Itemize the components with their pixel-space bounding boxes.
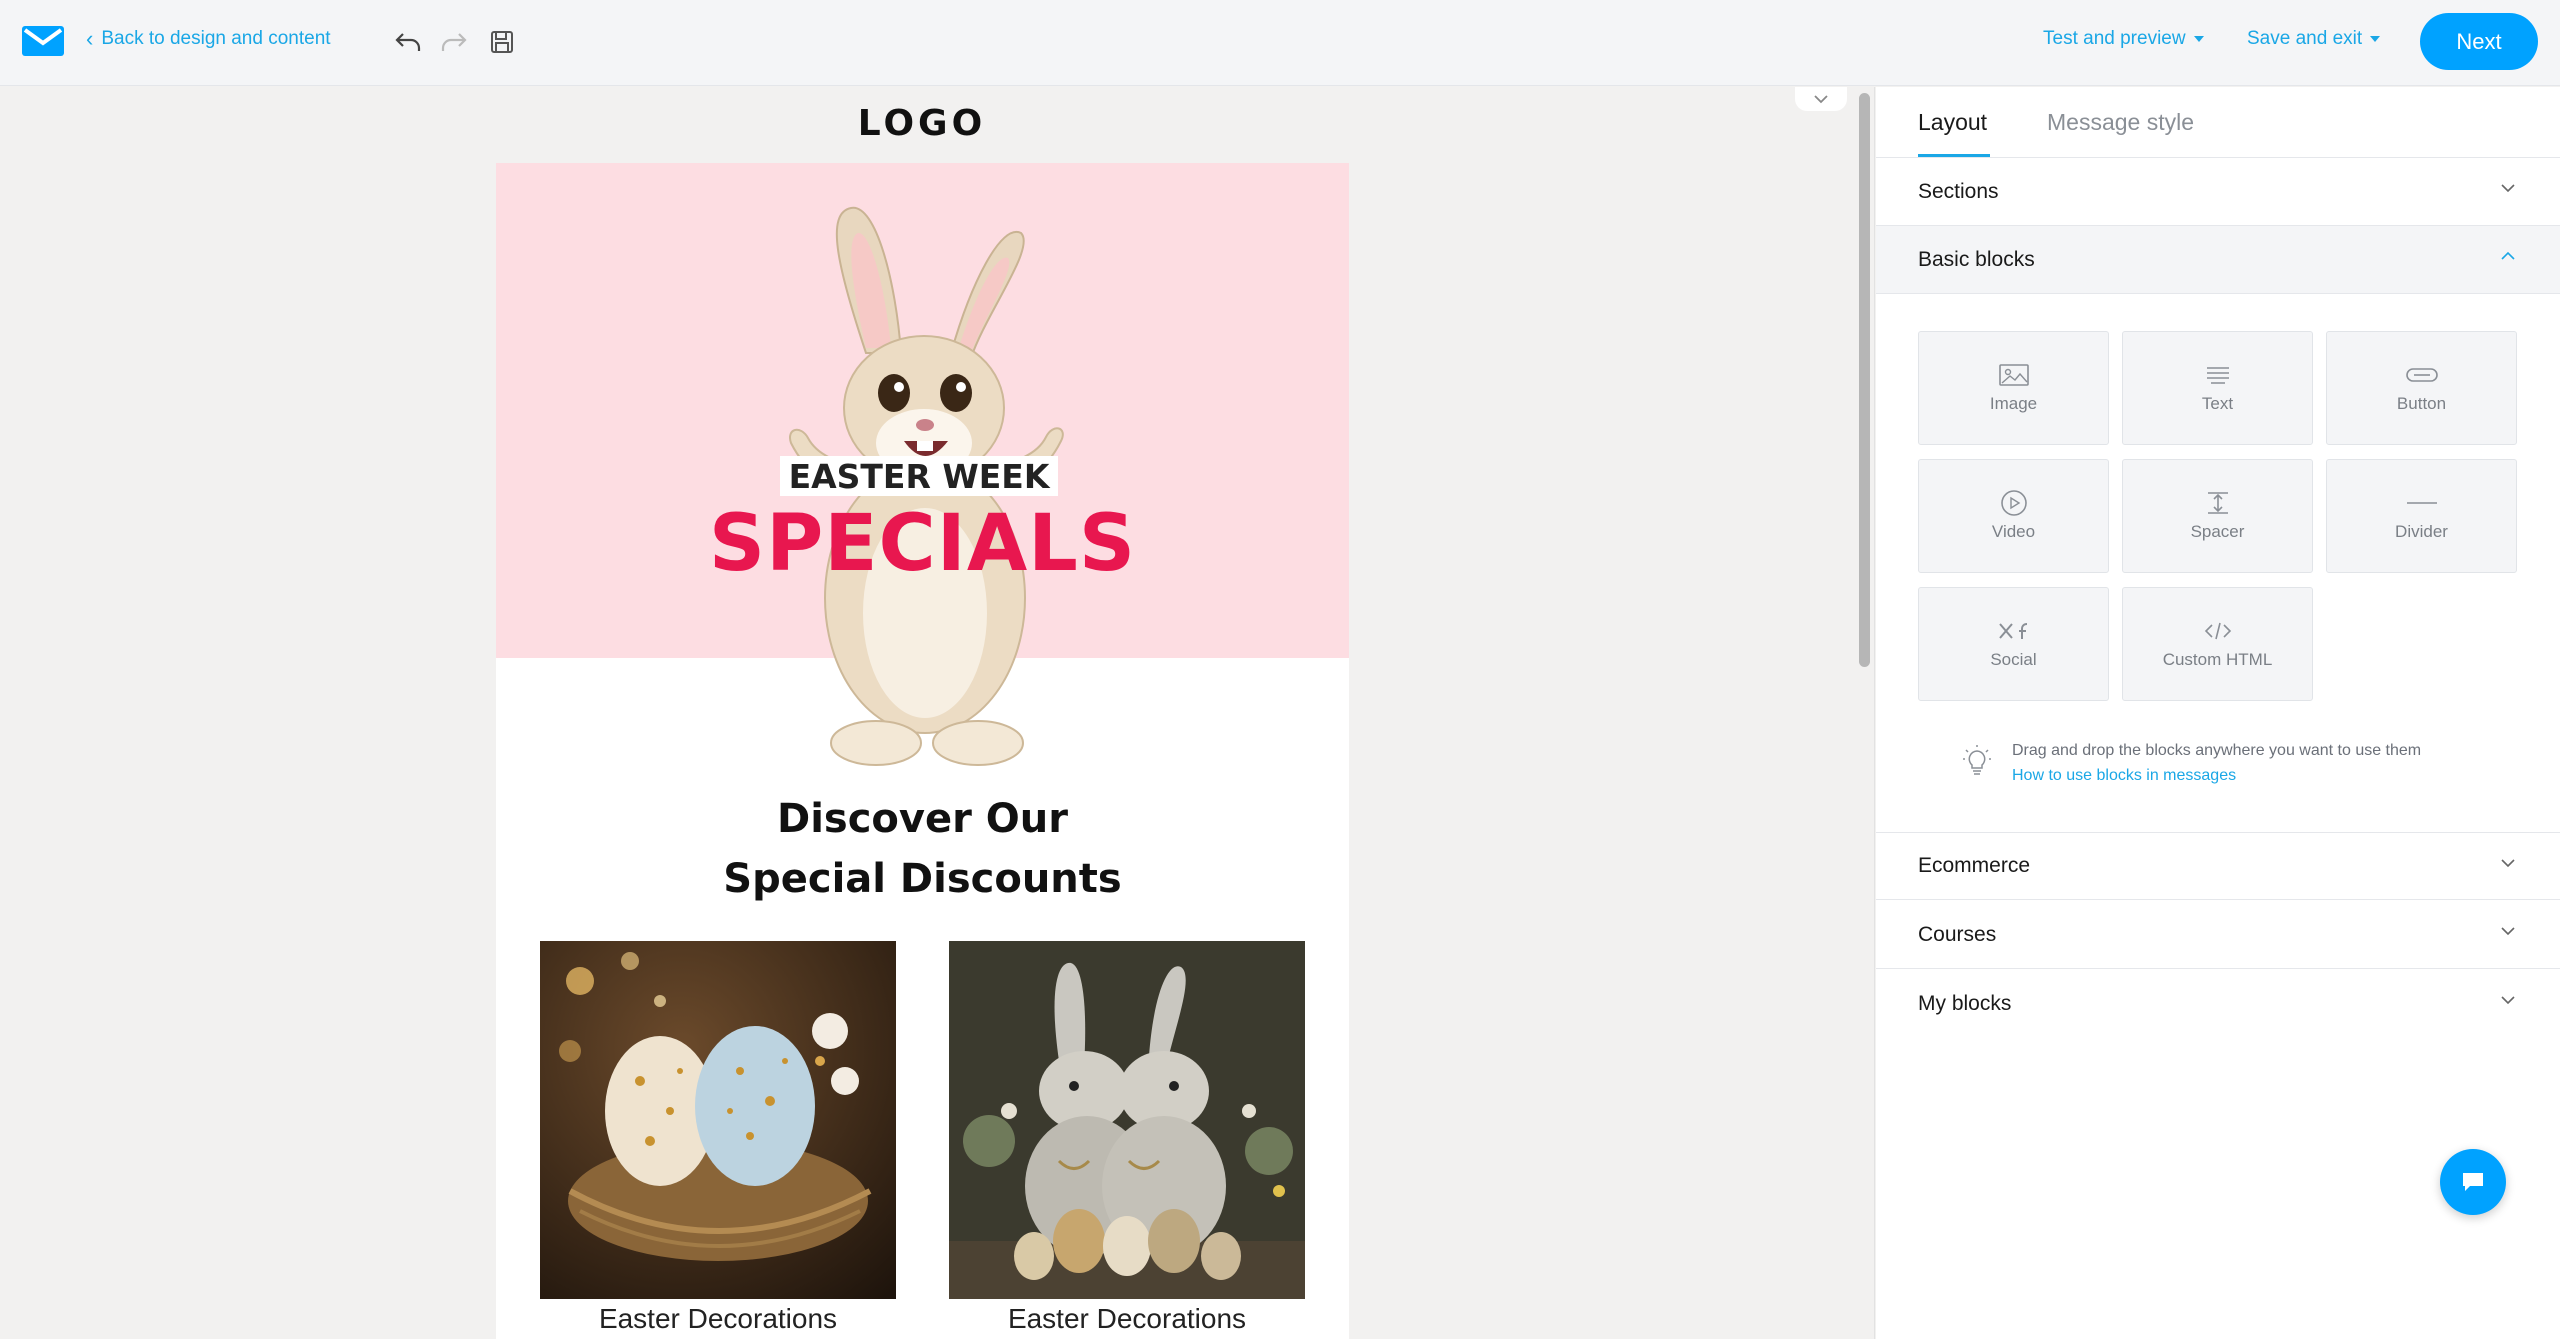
- chevron-down-icon: [2501, 927, 2515, 936]
- section-label: Courses: [1918, 922, 1997, 946]
- collapse-toggle[interactable]: [1795, 87, 1847, 111]
- save-and-exit-menu[interactable]: Save and exit: [2247, 28, 2381, 50]
- block-spacer[interactable]: Spacer: [2122, 459, 2313, 573]
- product-image-eggs[interactable]: [540, 941, 896, 1299]
- block-label: Spacer: [2190, 522, 2245, 541]
- section-label: Ecommerce: [1918, 854, 2031, 877]
- block-label: Button: [2396, 394, 2447, 413]
- save-icon[interactable]: [484, 24, 520, 60]
- section-label: Basic blocks: [1918, 247, 2035, 271]
- hint-text: Drag and drop the blocks anywhere you wa…: [2012, 742, 2422, 759]
- canvas-scrollbar[interactable]: [1855, 87, 1875, 1339]
- image-icon: [1998, 362, 2030, 388]
- discover-line-2: Special Discounts: [723, 856, 1122, 902]
- top-bar: ‹ Back to design and content Test and pr…: [0, 0, 2560, 86]
- chat-icon: [2463, 1173, 2483, 1191]
- undo-icon[interactable]: [390, 24, 426, 60]
- block-video[interactable]: Video: [1918, 459, 2109, 573]
- block-label: Text: [2201, 394, 2234, 413]
- chevron-left-icon: ‹: [86, 26, 94, 51]
- back-to-design-link[interactable]: ‹ Back to design and content: [86, 28, 331, 50]
- chevron-down-icon: [2501, 996, 2515, 1005]
- chevron-down-icon: [2501, 859, 2515, 868]
- block-label: Divider: [2395, 522, 2448, 541]
- section-sections[interactable]: Sections: [1876, 158, 2560, 226]
- block-divider[interactable]: Divider: [2326, 459, 2517, 573]
- section-ecommerce[interactable]: Ecommerce: [1876, 832, 2560, 900]
- section-label: My blocks: [1918, 992, 2012, 1015]
- editor-canvas: LOGO EASTER WEEK SPECIALS Discover Our S…: [0, 87, 1855, 1339]
- chevron-up-icon: [2501, 251, 2515, 260]
- block-custom-html[interactable]: Custom HTML: [2122, 587, 2313, 701]
- chevron-down-icon: [2501, 184, 2515, 193]
- email-body: EASTER WEEK SPECIALS Discover Our Specia…: [496, 163, 1349, 1339]
- block-label: Social: [1990, 650, 2037, 669]
- product-image-bunnies[interactable]: [949, 941, 1305, 1299]
- discover-line-1: Discover Our: [777, 796, 1068, 842]
- brand-logo-icon[interactable]: [22, 26, 64, 56]
- block-image[interactable]: Image: [1918, 331, 2109, 445]
- scrollbar-thumb[interactable]: [1859, 93, 1870, 667]
- test-and-preview-label: Test and preview: [2043, 28, 2186, 49]
- hero-title[interactable]: SPECIALS: [496, 499, 1349, 589]
- divider-icon: [2406, 490, 2438, 516]
- section-basic-blocks[interactable]: Basic blocks: [1876, 226, 2560, 294]
- tab-layout[interactable]: Layout: [1918, 109, 1987, 136]
- save-and-exit-label: Save and exit: [2247, 28, 2363, 49]
- chat-button[interactable]: [2440, 1149, 2506, 1215]
- product-caption[interactable]: Easter Decorations: [540, 1303, 896, 1335]
- section-my-blocks[interactable]: My blocks: [1876, 970, 2560, 1038]
- block-label: Custom HTML: [2162, 650, 2273, 669]
- next-button[interactable]: Next: [2420, 13, 2538, 70]
- active-tab-indicator: [1918, 154, 1990, 157]
- email-logo[interactable]: LOGO: [496, 103, 1348, 144]
- caret-down-icon: [2193, 36, 2204, 42]
- block-button[interactable]: Button: [2326, 331, 2517, 445]
- redo-icon[interactable]: [436, 24, 472, 60]
- product-caption[interactable]: Easter Decorations: [949, 1303, 1305, 1335]
- button-icon: [2405, 362, 2438, 388]
- panel-tabs: Layout Message style: [1876, 87, 2560, 158]
- spacer-icon: [2202, 490, 2234, 516]
- section-label: Sections: [1918, 179, 1999, 203]
- caret-down-icon: [2370, 36, 2381, 42]
- block-label: Image: [1989, 394, 2038, 413]
- back-link-label: Back to design and content: [101, 28, 331, 49]
- tab-message-style[interactable]: Message style: [2047, 109, 2194, 136]
- social-icon: [1998, 618, 2030, 644]
- block-text[interactable]: Text: [2122, 331, 2313, 445]
- block-social[interactable]: Social: [1918, 587, 2109, 701]
- test-and-preview-menu[interactable]: Test and preview: [2043, 28, 2204, 50]
- side-panel: Layout Message style Sections Basic bloc…: [1876, 87, 2560, 1339]
- block-label: Video: [1991, 522, 2036, 541]
- text-icon: [2202, 362, 2234, 388]
- lightbulb-icon: [1963, 745, 1991, 775]
- hint-link[interactable]: How to use blocks in messages: [2012, 767, 2236, 785]
- video-icon: [1998, 490, 2030, 516]
- section-courses[interactable]: Courses: [1876, 901, 2560, 969]
- chevron-down-icon: [1814, 95, 1828, 104]
- code-icon: [2202, 618, 2234, 644]
- hero-badge[interactable]: EASTER WEEK: [780, 456, 1058, 496]
- discover-heading[interactable]: Discover Our Special Discounts: [496, 789, 1349, 909]
